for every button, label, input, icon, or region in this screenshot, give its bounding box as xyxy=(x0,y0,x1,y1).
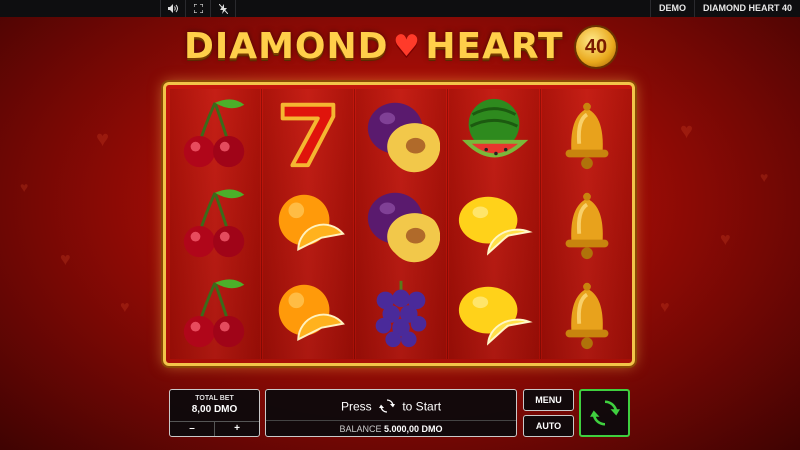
balance-display: BALANCE 5.000,00 DMO xyxy=(266,424,516,434)
spin-icon xyxy=(589,400,620,426)
total-bet-panel: TOTAL BET 8,00 DMO – + xyxy=(169,389,260,437)
bg-heart-icon: ♥ xyxy=(760,169,769,185)
bg-heart-icon: ♥ xyxy=(660,299,670,316)
lemon-symbol-icon xyxy=(449,179,539,269)
reel-1 xyxy=(170,89,260,359)
orange-symbol-icon xyxy=(263,179,353,269)
title-text-diamond: DIAMOND xyxy=(183,26,389,67)
reel-separator xyxy=(540,89,541,359)
reel-4 xyxy=(449,89,539,359)
status-panel: Press to Start BALANCE 5.000,00 DMO xyxy=(265,389,517,437)
cherries-symbol-icon xyxy=(170,269,260,359)
autoplay-button[interactable]: AUTO xyxy=(523,415,574,437)
game-name-label: DIAMOND HEART 40 xyxy=(693,0,800,17)
reel-separator xyxy=(354,89,355,359)
press-to-start-message: Press to Start xyxy=(266,398,516,417)
to-start-text: to Start xyxy=(402,399,442,414)
bg-heart-icon: ♥ xyxy=(720,229,731,249)
lemon-symbol-icon xyxy=(449,269,539,359)
total-bet-value: 8,00 DMO xyxy=(191,404,238,415)
cherries-symbol-icon xyxy=(170,179,260,269)
spin-button[interactable] xyxy=(579,389,630,437)
plum-symbol-icon xyxy=(356,89,446,179)
title-heart-icon: ♥ xyxy=(392,29,421,64)
cherries-symbol-icon xyxy=(170,89,260,179)
bg-heart-icon: ♥ xyxy=(20,179,29,195)
reel-5 xyxy=(542,89,632,359)
bell-symbol-icon xyxy=(542,179,632,269)
top-bar-icons xyxy=(160,0,236,17)
orange-symbol-icon xyxy=(263,269,353,359)
reel-3 xyxy=(356,89,446,359)
total-bet-label: TOTAL BET xyxy=(195,395,234,402)
sound-icon[interactable] xyxy=(160,0,185,17)
bg-heart-icon: ♥ xyxy=(120,299,130,316)
watermelon-symbol-icon xyxy=(449,89,539,179)
reels-frame xyxy=(163,82,635,366)
balance-label: BALANCE xyxy=(339,424,382,434)
menu-button[interactable]: MENU xyxy=(523,389,574,411)
bet-increase-button[interactable]: + xyxy=(215,422,259,436)
bg-heart-icon: ♥ xyxy=(680,118,694,143)
top-bar: DEMO DIAMOND HEART 40 xyxy=(0,0,800,17)
bg-heart-icon: ♥ xyxy=(60,249,71,269)
reel-separator xyxy=(261,89,262,359)
reel-separator xyxy=(447,89,448,359)
reel-2 xyxy=(263,89,353,359)
seven-symbol-icon xyxy=(263,89,353,179)
bell-symbol-icon xyxy=(542,269,632,359)
title-text-heart: HEART xyxy=(425,26,564,67)
mode-label: DEMO xyxy=(649,0,694,17)
game-title-logo: DIAMOND ♥ HEART 40 xyxy=(0,26,800,76)
bell-symbol-icon xyxy=(542,89,632,179)
plum-symbol-icon xyxy=(356,179,446,269)
balance-value: 5.000,00 DMO xyxy=(384,424,443,434)
fullscreen-icon[interactable] xyxy=(185,0,210,17)
title-badge: 40 xyxy=(576,26,617,67)
bg-heart-icon: ♥ xyxy=(96,126,110,151)
grapes-symbol-icon xyxy=(356,269,446,359)
press-text: Press xyxy=(340,399,372,414)
divider xyxy=(266,420,516,421)
turbo-off-icon[interactable] xyxy=(210,0,236,17)
bet-decrease-button[interactable]: – xyxy=(170,422,215,436)
spin-arrows-icon xyxy=(379,398,395,417)
